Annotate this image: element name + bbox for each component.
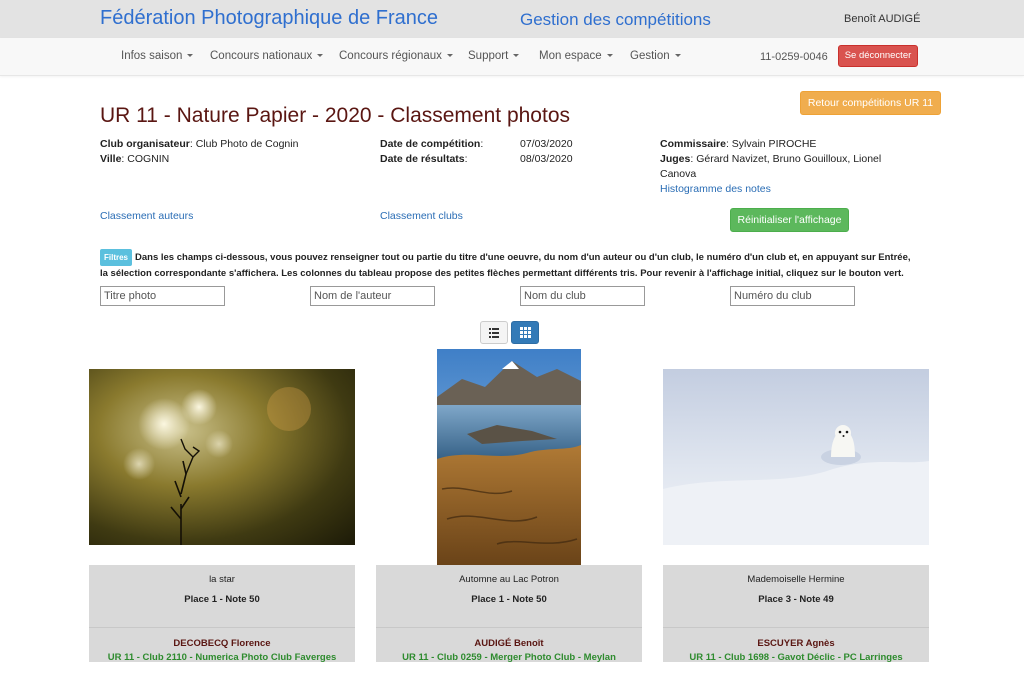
club-number-filter-input[interactable]	[730, 286, 855, 306]
commissaire-value: Sylvain PIROCHE	[731, 138, 817, 150]
ville-label: Ville	[100, 153, 122, 165]
photo-club: UR 11 - Club 0259 - Merger Photo Club - …	[402, 652, 616, 663]
photo-image	[437, 349, 581, 565]
date-res-value: 08/03/2020	[520, 153, 573, 165]
nav-label: Support	[468, 50, 509, 62]
reset-display-button[interactable]: Réinitialiser l'affichage	[730, 208, 849, 232]
jury-info: Commissaire: Sylvain PIROCHE Juges: Géra…	[660, 137, 900, 197]
user-code: 11-0259-0046	[760, 51, 828, 63]
juges-label: Juges	[660, 153, 691, 165]
date-res-label: Date de résultats	[380, 153, 465, 165]
club-name-filter-input[interactable]	[520, 286, 645, 306]
filter-help: Filtres Dans les champs ci-dessous, vous …	[100, 249, 915, 281]
photo-club: UR 11 - Club 2110 - Numerica Photo Club …	[107, 652, 337, 663]
date-comp-value: 07/03/2020	[520, 138, 573, 150]
caret-down-icon	[513, 54, 520, 58]
photo-author: AUDIGÉ Benoît	[474, 638, 544, 649]
grid-view-button[interactable]	[511, 321, 539, 344]
app-title[interactable]: Gestion des compétitions	[520, 10, 711, 30]
nav-label: Concours nationaux	[210, 50, 313, 62]
title-filter-input[interactable]	[100, 286, 225, 306]
card-footer: DECOBECQ Florence UR 11 - Club 2110 - Nu…	[89, 627, 355, 663]
club-org-value: Club Photo de Cognin	[195, 138, 299, 150]
user-name: Benoît AUDIGÉ	[844, 13, 921, 25]
photo-thumbnail[interactable]	[663, 369, 929, 545]
photo-card: Mademoiselle Hermine Place 3 - Note 49 E…	[663, 565, 929, 663]
author-filter-input[interactable]	[310, 286, 435, 306]
list-view-button[interactable]	[480, 321, 508, 344]
nav-label: Infos saison	[121, 50, 183, 62]
club-org-label: Club organisateur	[100, 138, 190, 150]
nav-infos-saison[interactable]: Infos saison	[121, 50, 194, 62]
top-header: Fédération Photographique de France Gest…	[0, 0, 1024, 38]
photo-image	[663, 369, 929, 545]
photo-card: Automne au Lac Potron Place 1 - Note 50 …	[376, 565, 642, 663]
photo-card: la star Place 1 - Note 50 DECOBECQ Flore…	[89, 565, 355, 663]
dates-labels: Date de compétition: Date de résultats:	[380, 138, 484, 165]
juges-value: Gérard Navizet, Bruno Gouilloux, Lionel …	[660, 153, 882, 180]
classement-clubs-link[interactable]: Classement clubs	[380, 209, 463, 224]
grid-icon	[519, 327, 531, 338]
commissaire-label: Commissaire	[660, 138, 726, 150]
dates-values: 07/03/2020 08/03/2020	[520, 137, 620, 167]
nav-label: Concours régionaux	[339, 50, 442, 62]
return-competitions-button[interactable]: Retour compétitions UR 11	[800, 91, 941, 115]
photo-thumbnail[interactable]	[437, 349, 581, 565]
photo-place: Place 1 - Note 50	[471, 594, 547, 605]
nav-support[interactable]: Support	[468, 50, 520, 62]
photo-title: la star	[209, 574, 235, 585]
caret-down-icon	[446, 54, 453, 58]
photo-place: Place 3 - Note 49	[758, 594, 834, 605]
nav-label: Gestion	[630, 50, 670, 62]
photo-club: UR 11 - Club 1698 - Gavot Déclic - PC La…	[689, 652, 903, 663]
caret-down-icon	[606, 54, 613, 58]
histogram-link[interactable]: Histogramme des notes	[660, 182, 900, 197]
photo-title: Automne au Lac Potron	[459, 574, 559, 585]
main-navbar: Infos saison Concours nationaux Concours…	[0, 38, 1024, 76]
page-title: UR 11 - Nature Papier - 2020 - Classemen…	[100, 104, 570, 127]
photo-author: DECOBECQ Florence	[173, 638, 271, 649]
photo-image	[89, 369, 355, 545]
filters-badge: Filtres	[100, 249, 133, 266]
site-title[interactable]: Fédération Photographique de France	[100, 7, 438, 30]
club-info: Club organisateur: Club Photo de Cognin …	[100, 138, 299, 165]
filter-help-text: Dans les champs ci-dessous, vous pouvez …	[100, 252, 911, 279]
ville-value: COGNIN	[127, 153, 170, 165]
nav-concours-regionaux[interactable]: Concours régionaux	[339, 50, 453, 62]
photo-title: Mademoiselle Hermine	[747, 574, 845, 585]
nav-gestion[interactable]: Gestion	[630, 50, 681, 62]
photo-thumbnail[interactable]	[89, 369, 355, 545]
caret-down-icon	[674, 54, 681, 58]
card-footer: ESCUYER Agnès UR 11 - Club 1698 - Gavot …	[663, 627, 929, 663]
nav-label: Mon espace	[539, 50, 602, 62]
logout-button[interactable]: Se déconnecter	[838, 45, 918, 67]
nav-mon-espace[interactable]: Mon espace	[539, 50, 613, 62]
caret-down-icon	[317, 54, 324, 58]
date-comp-label: Date de compétition	[380, 138, 481, 150]
photo-author: ESCUYER Agnès	[757, 638, 835, 649]
photo-place: Place 1 - Note 50	[184, 594, 260, 605]
nav-concours-nationaux[interactable]: Concours nationaux	[210, 50, 324, 62]
list-icon	[489, 327, 499, 338]
classement-auteurs-link[interactable]: Classement auteurs	[100, 209, 193, 224]
card-footer: AUDIGÉ Benoît UR 11 - Club 0259 - Merger…	[376, 627, 642, 663]
caret-down-icon	[187, 54, 194, 58]
